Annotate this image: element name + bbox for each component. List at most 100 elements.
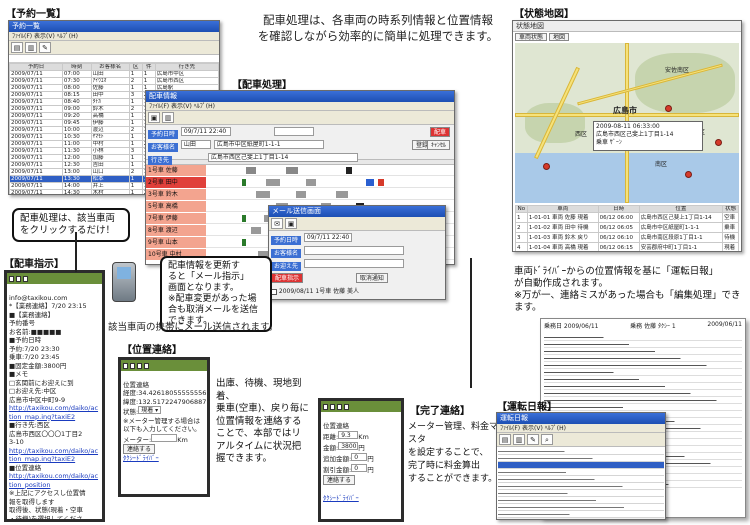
meter-input[interactable] bbox=[151, 433, 178, 442]
schedule-block[interactable] bbox=[251, 227, 261, 234]
reservation-cell: 井上 bbox=[90, 182, 130, 190]
discount-input[interactable]: 0 bbox=[351, 464, 368, 472]
edit-icon[interactable]: ✎ bbox=[39, 42, 51, 53]
location-footer-link[interactable]: ﾀｸｼｰﾄﾞﾗｲﾊﾞｰ bbox=[123, 454, 159, 462]
tab-vehicle-status[interactable]: 車両状態 bbox=[515, 33, 548, 41]
map-table-row[interactable]: 1 1-01-01 車両 佐藤 現着 06/12 06:00 広島市西区己斐上1丁目1… bbox=[515, 212, 739, 223]
vehicle-pin-3[interactable] bbox=[715, 139, 722, 146]
folder-icon[interactable]: ▤ bbox=[11, 42, 23, 53]
vehicle-pin-2[interactable] bbox=[685, 171, 692, 178]
from-field[interactable]: 広島市中区紙屋町1-1-1 bbox=[213, 140, 324, 149]
tab-map[interactable]: 地図 bbox=[549, 33, 570, 41]
log-menubar[interactable]: ﾌｧｲﾙ(F) 表示(V) ﾍﾙﾌﾟ(H) bbox=[497, 424, 665, 433]
schedule-block[interactable] bbox=[378, 179, 384, 186]
schedule-block[interactable] bbox=[346, 167, 352, 174]
reservation-column-header[interactable]: 行き先 bbox=[154, 63, 219, 71]
status-select[interactable]: 現着 ▾ bbox=[138, 406, 162, 414]
reservation-row[interactable]: 2009/07/11 07:00 山田 1 1 広島市中区 bbox=[9, 70, 219, 78]
schedule-block[interactable] bbox=[296, 191, 306, 198]
vehicle-row[interactable]: 1号車 佐藤 bbox=[146, 165, 454, 176]
location-send-button[interactable]: 連絡する bbox=[123, 444, 156, 454]
map-table-row[interactable]: 2 1-01-02 車両 田中 待機 06/12 06:05 広島市中区紙屋町1-1-… bbox=[515, 222, 739, 233]
date-field[interactable]: 09/7/11 22:40 bbox=[180, 127, 231, 136]
reservation-column-header[interactable]: 区 bbox=[128, 63, 143, 71]
schedule-block[interactable] bbox=[242, 215, 246, 222]
log-window-row[interactable] bbox=[498, 490, 664, 497]
vehicle-label[interactable]: 3号車 鈴木 bbox=[146, 189, 206, 200]
map-link-1[interactable]: http://taxikou.com/daiko/action_map.ing?… bbox=[9, 404, 100, 421]
map-table-cell: 空車 bbox=[722, 212, 739, 223]
aux-field[interactable] bbox=[273, 127, 314, 136]
reservation-column-header[interactable]: 件 bbox=[141, 63, 156, 71]
map-table-row[interactable]: 3 1-01-03 車両 鈴木 戻り 06/12 06:10 広島市南区段原1丁目1-… bbox=[515, 232, 739, 243]
mail-recipient: 2009/08/11 1号車 佐藤 美人 bbox=[271, 286, 443, 295]
complete-footer-link[interactable]: ﾀｸｼｰﾄﾞﾗｲﾊﾞｰ bbox=[323, 494, 359, 502]
map-table-cell: 1-01-01 車両 佐藤 現着 bbox=[526, 212, 599, 223]
reservation-column-header[interactable]: お客様名 bbox=[90, 63, 130, 71]
schedule-block[interactable] bbox=[256, 191, 270, 198]
vehicle-row[interactable]: 3号車 鈴木 bbox=[146, 189, 454, 200]
cancel-notice-button[interactable]: 取消通知 bbox=[355, 273, 388, 283]
reservation-cell: 1 bbox=[128, 133, 143, 141]
schedule-block[interactable] bbox=[266, 179, 280, 186]
log-window-row[interactable] bbox=[498, 455, 664, 462]
customer-field[interactable]: 山田 bbox=[180, 140, 211, 149]
reservation-cell: ﾔﾏﾓﾄ bbox=[90, 133, 130, 141]
map-table-row[interactable]: 4 1-01-04 車両 高橋 現着 06/12 06:15 安芸郡府中町1丁目1-1… bbox=[515, 242, 739, 251]
search-icon[interactable]: ⌕ bbox=[541, 434, 553, 445]
log-window-row[interactable] bbox=[498, 511, 664, 518]
edit-icon[interactable]: ✎ bbox=[527, 434, 539, 445]
mail-date-field[interactable]: 09/7/11 22:40 bbox=[303, 233, 352, 242]
to-field[interactable]: 広島市西区己斐上1丁目1-14 bbox=[207, 153, 358, 162]
reservation-column-header[interactable]: 時刻 bbox=[61, 63, 92, 71]
schedule-block[interactable] bbox=[286, 167, 298, 174]
schedule-block[interactable] bbox=[306, 179, 316, 186]
log-window-row[interactable] bbox=[498, 462, 664, 469]
schedule-block[interactable] bbox=[242, 179, 246, 186]
vehicle-label[interactable]: 9号車 山本 bbox=[146, 237, 206, 248]
print-icon[interactable]: ▥ bbox=[25, 42, 37, 53]
mail-from-field[interactable] bbox=[303, 259, 404, 268]
schedule-block[interactable] bbox=[246, 167, 256, 174]
schedule-block[interactable] bbox=[366, 179, 374, 186]
fare-input[interactable]: 3800 bbox=[338, 442, 359, 450]
vehicle-label[interactable]: 1号車 佐藤 bbox=[146, 165, 206, 176]
save-icon[interactable]: ▣ bbox=[148, 112, 160, 123]
mail-icon[interactable]: ✉ bbox=[271, 218, 283, 229]
schedule-block[interactable] bbox=[242, 239, 246, 246]
mail-customer-field[interactable] bbox=[303, 246, 404, 255]
log-window-row[interactable] bbox=[498, 448, 664, 455]
distance-input[interactable]: 9.3 bbox=[338, 431, 359, 439]
print-icon[interactable]: ▥ bbox=[513, 434, 525, 445]
map-link-2[interactable]: http://taxikou.com/daiko/action_map.ing?… bbox=[9, 447, 100, 464]
cancel-button[interactable]: ｷｬﾝｾﾙ bbox=[426, 140, 450, 150]
save-icon[interactable]: ▣ bbox=[285, 218, 297, 229]
send-instruction-button[interactable]: 配車指示 bbox=[271, 273, 304, 283]
print-icon[interactable]: ▥ bbox=[162, 112, 174, 123]
log-window-row[interactable] bbox=[498, 497, 664, 504]
vehicle-label[interactable]: 5号車 高橋 bbox=[146, 201, 206, 212]
log-doc-line bbox=[544, 369, 742, 376]
dispatch-button[interactable]: 配車 bbox=[429, 127, 450, 137]
log-window-row[interactable] bbox=[498, 504, 664, 511]
reservation-menubar[interactable]: ﾌｧｲﾙ(F) 表示(V) ﾍﾙﾌﾟ(H) bbox=[9, 32, 219, 41]
vehicle-pin-4[interactable] bbox=[543, 163, 550, 170]
reservation-cell: 広島市中区 bbox=[154, 70, 219, 78]
reservation-column-header[interactable]: 予約日 bbox=[9, 63, 63, 71]
complete-send-button[interactable]: 連絡する bbox=[323, 475, 356, 485]
position-link[interactable]: http://taxikou.com/daiko/action_position bbox=[9, 472, 100, 489]
vehicle-label[interactable]: 7号車 伊藤 bbox=[146, 213, 206, 224]
vehicle-row[interactable]: 2号車 田中 bbox=[146, 177, 454, 188]
reservation-row[interactable]: 2009/07/11 07:30 ｱｲｳｴｵ 2 1 広島市西区 bbox=[9, 77, 219, 85]
vehicle-label[interactable]: 2号車 田中 bbox=[146, 177, 206, 188]
log-window-row[interactable] bbox=[498, 469, 664, 476]
folder-icon[interactable]: ▤ bbox=[499, 434, 511, 445]
extra-input[interactable]: 0 bbox=[351, 453, 368, 461]
vehicle-pin-1[interactable] bbox=[665, 105, 672, 112]
schedule-block[interactable] bbox=[336, 191, 348, 198]
log-window-row[interactable] bbox=[498, 483, 664, 490]
map-canvas[interactable]: 広島市 安佐南区 西区 中区 南区 東区 2009-08-11 06:33:00… bbox=[515, 43, 739, 203]
log-window-row[interactable] bbox=[498, 476, 664, 483]
vehicle-label[interactable]: 8号車 渡辺 bbox=[146, 225, 206, 236]
dispatch-menubar[interactable]: ﾌｧｲﾙ(F) 表示(V) ﾍﾙﾌﾟ(H) bbox=[146, 102, 454, 111]
